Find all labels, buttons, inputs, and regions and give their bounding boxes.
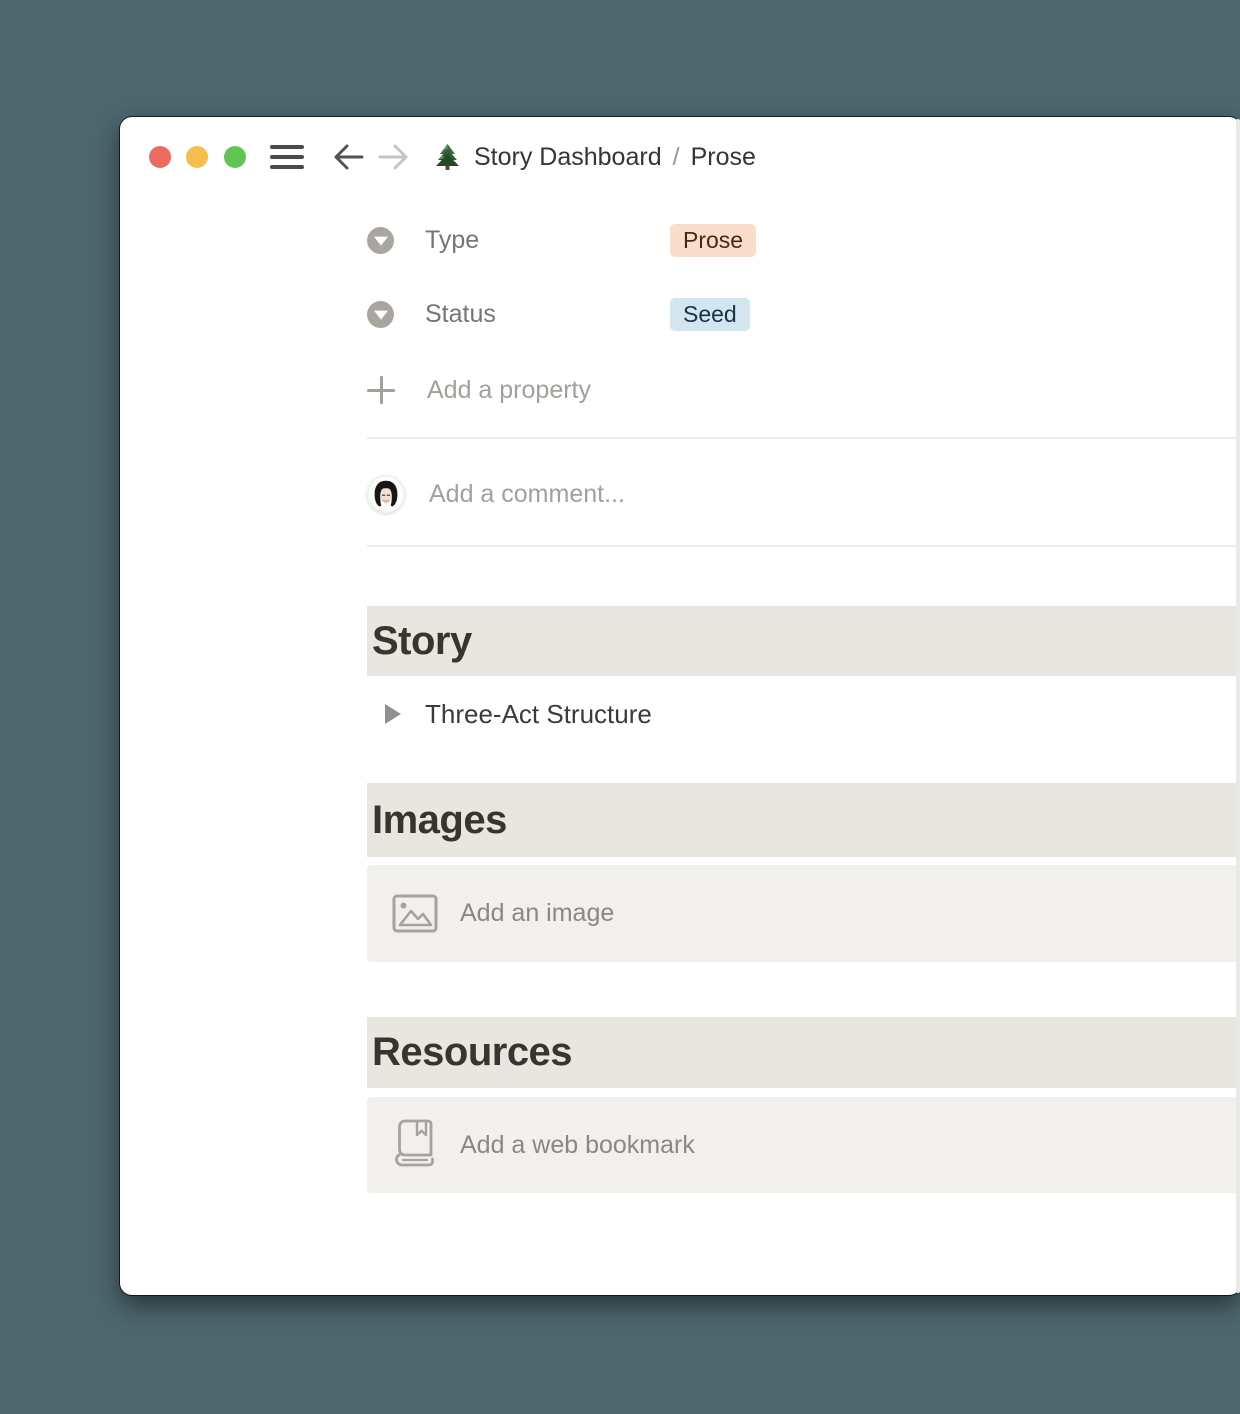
add-image-placeholder[interactable]: Add an image <box>367 865 1240 962</box>
add-property-button[interactable]: Add a property <box>367 373 591 407</box>
close-window-button[interactable] <box>149 146 171 168</box>
property-label[interactable]: Status <box>425 300 670 329</box>
minimize-window-button[interactable] <box>186 146 208 168</box>
divider <box>367 545 1240 547</box>
breadcrumb-root-link[interactable]: Story Dashboard <box>474 143 662 172</box>
breadcrumb-separator: / <box>672 142 680 171</box>
forward-arrow-icon[interactable] <box>378 142 410 172</box>
select-property-icon <box>367 300 394 328</box>
zoom-window-button[interactable] <box>224 146 246 168</box>
toggle-triangle-icon[interactable] <box>385 704 401 724</box>
property-value-tag[interactable]: Prose <box>670 223 757 257</box>
sidebar-menu-icon[interactable] <box>270 144 304 170</box>
back-arrow-icon[interactable] <box>332 142 364 172</box>
comment-row: Add a comment... <box>367 474 1201 514</box>
section-title: Story <box>372 618 472 663</box>
divider <box>367 437 1240 439</box>
plus-icon <box>367 376 395 404</box>
toggle-label[interactable]: Three-Act Structure <box>425 699 652 730</box>
select-property-icon <box>367 226 394 254</box>
user-avatar <box>367 475 405 513</box>
section-heading-story: Story <box>367 606 1240 676</box>
toggle-block-three-act-structure[interactable]: Three-Act Structure <box>367 695 652 733</box>
property-value-tag[interactable]: Seed <box>670 297 750 331</box>
book-bookmark-icon <box>392 1119 438 1171</box>
add-image-label: Add an image <box>460 899 615 927</box>
scrollbar[interactable] <box>1236 119 1240 1293</box>
app-window: Story Dashboard / Prose Type Prose Statu… <box>120 117 1240 1295</box>
breadcrumb-current-page[interactable]: Prose <box>691 143 756 172</box>
add-property-label: Add a property <box>427 375 591 404</box>
add-comment-input[interactable]: Add a comment... <box>429 480 1201 509</box>
section-heading-images: Images <box>367 783 1240 857</box>
property-label[interactable]: Type <box>425 226 670 255</box>
add-web-bookmark-label: Add a web bookmark <box>460 1130 695 1159</box>
section-title: Images <box>372 797 507 842</box>
add-web-bookmark-placeholder[interactable]: Add a web bookmark <box>367 1097 1240 1193</box>
section-heading-resources: Resources <box>367 1017 1240 1088</box>
section-title: Resources <box>372 1030 573 1074</box>
evergreen-tree-icon <box>434 143 461 171</box>
property-row-status[interactable]: Status Seed <box>367 297 1201 331</box>
image-icon <box>392 894 438 933</box>
property-row-type[interactable]: Type Prose <box>367 223 1201 257</box>
breadcrumb: Story Dashboard / Prose <box>434 117 756 197</box>
titlebar: Story Dashboard / Prose <box>120 117 1240 197</box>
